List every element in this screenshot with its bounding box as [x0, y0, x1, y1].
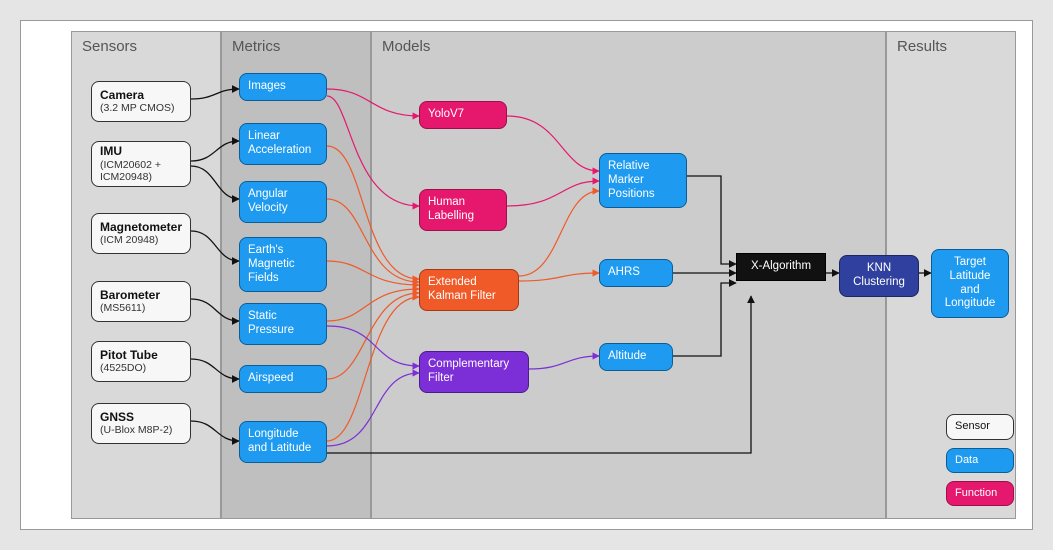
sensor-title: Barometer [100, 288, 182, 302]
model-ekf: Extended Kalman Filter [419, 269, 519, 311]
sensor-barometer: Barometer (MS5611) [91, 281, 191, 322]
diagram-canvas: Sensors Metrics Models Results [20, 20, 1033, 530]
metric-linacc: Linear Acceleration [239, 123, 327, 165]
column-title-sensors: Sensors [72, 32, 220, 61]
result-target-latlon: Target Latitude and Longitude [931, 249, 1009, 318]
sensor-sub: (3.2 MP CMOS) [100, 102, 182, 115]
sensor-pitot: Pitot Tube (4525DO) [91, 341, 191, 382]
sensor-title: Pitot Tube [100, 348, 182, 362]
legend-function: Function [946, 481, 1014, 506]
sensor-camera: Camera (3.2 MP CMOS) [91, 81, 191, 122]
legend-sensor: Sensor [946, 414, 1014, 439]
metric-pressure: Static Pressure [239, 303, 327, 345]
model-altitude: Altitude [599, 343, 673, 371]
sensor-sub: (MS5611) [100, 302, 182, 315]
model-complementary-filter: Complementary Filter [419, 351, 529, 393]
sensor-magnetometer: Magnetometer (ICM 20948) [91, 213, 191, 254]
legend: Sensor Data Function [946, 414, 1014, 514]
model-x-algorithm: X-Algorithm [736, 253, 826, 281]
sensor-title: IMU [100, 144, 182, 158]
sensor-sub: (ICM20602 + ICM20948) [100, 159, 182, 184]
metric-airspeed: Airspeed [239, 365, 327, 393]
sensor-gnss: GNSS (U-Blox M8P-2) [91, 403, 191, 444]
column-title-models: Models [372, 32, 885, 61]
legend-data: Data [946, 448, 1014, 473]
sensor-title: Magnetometer [100, 220, 182, 234]
sensor-title: GNSS [100, 410, 182, 424]
metric-images: Images [239, 73, 327, 101]
column-title-results: Results [887, 32, 1015, 61]
sensor-sub: (ICM 20948) [100, 234, 182, 247]
model-knn-clustering: KNN Clustering [839, 255, 919, 297]
metric-lonlat: Longitude and Latitude [239, 421, 327, 463]
model-yolo: YoloV7 [419, 101, 507, 129]
model-human-labelling: Human Labelling [419, 189, 507, 231]
metric-angvel: Angular Velocity [239, 181, 327, 223]
column-title-metrics: Metrics [222, 32, 370, 61]
model-rel-marker-pos: Relative Marker Positions [599, 153, 687, 208]
sensor-imu: IMU (ICM20602 + ICM20948) [91, 141, 191, 187]
sensor-sub: (4525DO) [100, 362, 182, 375]
metric-magfield: Earth's Magnetic Fields [239, 237, 327, 292]
model-ahrs: AHRS [599, 259, 673, 287]
sensor-title: Camera [100, 88, 182, 102]
sensor-sub: (U-Blox M8P-2) [100, 424, 182, 437]
